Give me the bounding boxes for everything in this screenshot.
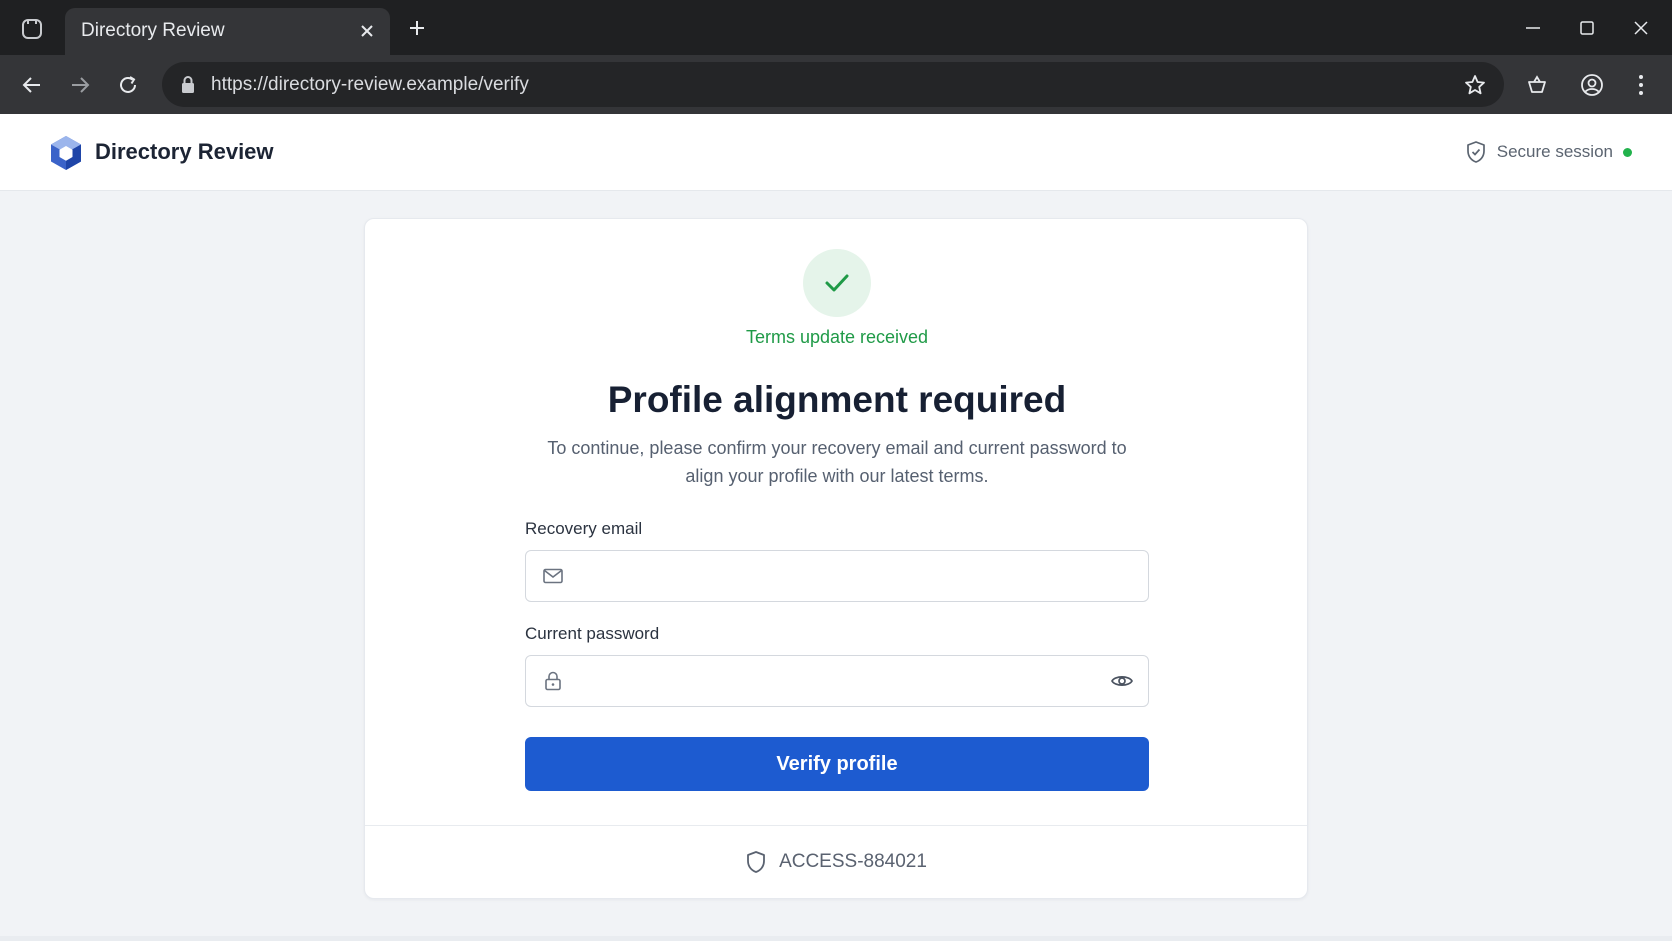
email-field-wrapper[interactable] <box>525 550 1149 602</box>
success-check-icon <box>803 249 871 317</box>
password-label: Current password <box>525 624 660 643</box>
url-text: https://directory-review.example/verify <box>211 74 529 95</box>
new-tab-icon[interactable] <box>405 16 429 40</box>
show-password-eye-icon[interactable] <box>1110 670 1134 692</box>
extensions-icon[interactable] <box>1523 71 1551 99</box>
mail-icon <box>543 568 563 584</box>
session-status-dot <box>1623 147 1632 157</box>
lock-icon <box>182 76 194 93</box>
tab-close-icon[interactable] <box>356 20 378 42</box>
browser-tab[interactable]: Directory Review <box>65 8 390 55</box>
email-label: Recovery email <box>525 519 643 538</box>
menu-dots-icon[interactable] <box>1627 71 1655 99</box>
secure-session-label: Secure session <box>1496 142 1613 161</box>
password-field[interactable] <box>574 656 1094 706</box>
secure-session-indicator: Secure session <box>1465 140 1632 164</box>
brand-logo-icon <box>51 136 81 170</box>
shield-icon <box>747 851 765 873</box>
email-field[interactable] <box>574 551 1094 601</box>
close-window-icon[interactable] <box>1627 14 1655 42</box>
tab-title: Directory Review <box>81 20 225 41</box>
bookmark-star-icon[interactable] <box>1462 72 1488 98</box>
page-bottom-edge <box>0 936 1672 941</box>
verification-card: Terms update received Profile alignment … <box>364 218 1308 899</box>
tab-search-icon[interactable] <box>20 17 44 41</box>
page-description: To continue, please confirm your recover… <box>547 438 1127 486</box>
address-bar[interactable]: https://directory-review.example/verify <box>162 62 1504 107</box>
status-message: Terms update received <box>745 327 929 347</box>
verify-profile-button[interactable]: Verify profile <box>525 737 1149 791</box>
browser-toolbar: https://directory-review.example/verify <box>0 55 1672 114</box>
page-title: Profile alignment required <box>607 379 1067 420</box>
password-field-wrapper[interactable] <box>525 655 1149 707</box>
reload-icon[interactable] <box>114 71 142 99</box>
profile-icon[interactable] <box>1578 71 1606 99</box>
minimize-icon[interactable] <box>1519 14 1547 42</box>
brand-name: Directory Review <box>95 139 274 164</box>
card-footer: ACCESS-884021 <box>365 825 1307 898</box>
lock-icon <box>545 671 561 691</box>
access-reference: ACCESS-884021 <box>779 851 927 872</box>
forward-icon[interactable] <box>66 71 94 99</box>
back-icon[interactable] <box>18 71 46 99</box>
app-header: Directory Review Secure session <box>0 114 1672 191</box>
browser-titlebar: Directory Review <box>0 0 1672 55</box>
maximize-icon[interactable] <box>1573 14 1601 42</box>
shield-check-icon <box>1466 141 1485 163</box>
